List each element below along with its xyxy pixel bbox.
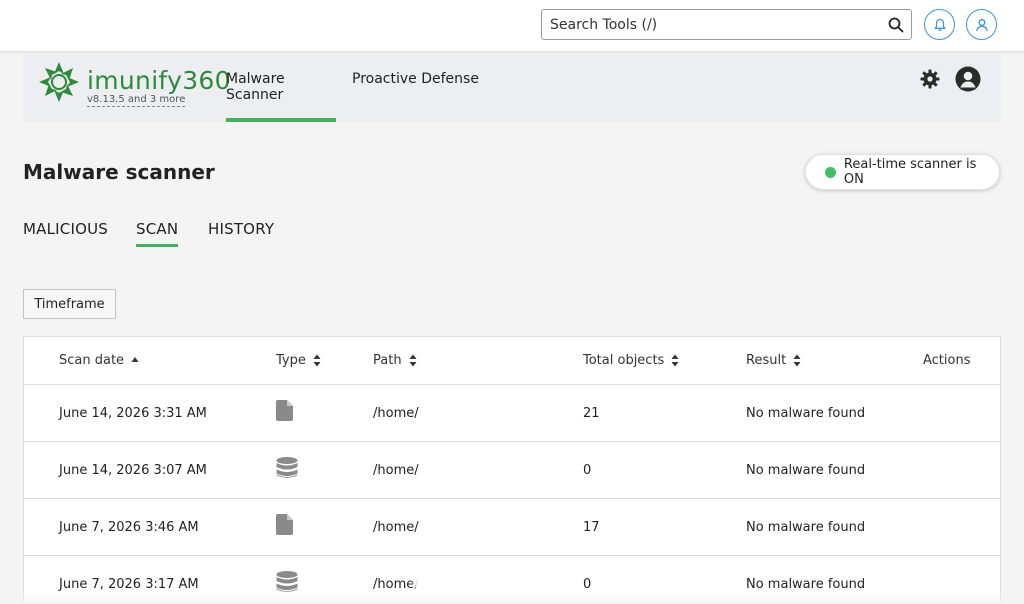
column-header-type[interactable]: Type <box>276 353 321 368</box>
page-title: Malware scanner <box>23 160 215 184</box>
search-box[interactable] <box>541 9 912 40</box>
imunify-logo-icon <box>39 62 79 102</box>
sort-icon <box>409 354 417 367</box>
path-cell: /home/ <box>373 406 419 421</box>
total-objects-cell: 0 <box>583 577 592 592</box>
search-input[interactable] <box>542 10 872 39</box>
timeframe-button[interactable]: Timeframe <box>23 289 116 319</box>
scan-date-cell: June 7, 2026 3:17 AM <box>59 577 199 592</box>
database-icon <box>276 457 298 483</box>
notifications-button[interactable] <box>924 9 955 40</box>
realtime-status-text: Real-time scanner is ON <box>843 157 977 187</box>
nav-tab-proactive-defense[interactable]: Proactive Defense <box>352 71 479 122</box>
column-label: Scan date <box>59 353 125 368</box>
column-label: Total objects <box>583 353 665 368</box>
nav-tab-malware-scanner[interactable]: Malware Scanner <box>226 71 336 122</box>
logo-word: imunify <box>87 66 183 95</box>
table-row[interactable]: June 7, 2026 3:46 AM /home/ 17 No malwar… <box>24 499 1000 556</box>
scan-date-cell: June 14, 2026 3:31 AM <box>59 406 207 421</box>
scan-date-cell: June 7, 2026 3:46 AM <box>59 520 199 535</box>
file-icon <box>276 400 294 425</box>
sort-ascending-icon <box>131 357 139 362</box>
status-dot-icon <box>825 166 836 178</box>
version-link[interactable]: v8.13.5 and 3 more <box>87 94 186 107</box>
app-header: imunify360 v8.13.5 and 3 more Malware Sc… <box>23 55 1001 122</box>
result-cell: No malware found <box>746 406 866 421</box>
path-cell: /home/ <box>373 463 419 478</box>
column-label: Path <box>373 353 402 368</box>
table-header: Scan date Type Path Total objects Result… <box>24 337 1000 385</box>
account-avatar-icon[interactable] <box>955 66 981 92</box>
search-icon[interactable] <box>888 17 904 33</box>
column-label: Type <box>276 353 306 368</box>
user-icon <box>975 18 988 31</box>
tab-malicious[interactable]: MALICIOUS <box>23 220 108 244</box>
result-cell: No malware found <box>746 520 866 535</box>
scroll-fade <box>0 592 1024 604</box>
column-header-actions: Actions <box>923 353 971 368</box>
total-objects-cell: 21 <box>583 406 600 421</box>
path-cell: /home/ <box>373 520 419 535</box>
column-label: Result <box>746 353 787 368</box>
sort-icon <box>313 354 321 367</box>
realtime-scanner-status[interactable]: Real-time scanner is ON <box>805 154 1000 190</box>
total-objects-cell: 0 <box>583 463 592 478</box>
redacted-path-mask <box>418 575 478 589</box>
table-row[interactable]: June 14, 2026 3:07 AM /home/ 0 No malwar… <box>24 442 1000 499</box>
tab-scan[interactable]: SCAN <box>136 220 179 247</box>
tab-history[interactable]: HISTORY <box>208 220 274 244</box>
sort-icon <box>793 354 801 367</box>
total-objects-cell: 17 <box>583 520 600 535</box>
top-bar <box>0 0 1024 52</box>
result-cell: No malware found <box>746 463 866 478</box>
table-row[interactable]: June 14, 2026 3:31 AM /home/ 21 No malwa… <box>24 385 1000 442</box>
path-cell: /home/ <box>373 577 419 592</box>
file-icon <box>276 514 294 539</box>
bell-icon <box>934 18 945 31</box>
result-cell: No malware found <box>746 577 866 592</box>
scan-history-table: Scan date Type Path Total objects Result… <box>23 336 1001 604</box>
column-label: Actions <box>923 353 971 368</box>
logo-wordmark: imunify360 <box>87 66 231 95</box>
user-menu-button[interactable] <box>966 9 997 40</box>
column-header-scan-date[interactable]: Scan date <box>59 353 139 368</box>
gear-icon[interactable] <box>920 69 940 89</box>
logo-number: 360 <box>182 66 231 95</box>
column-header-total-objects[interactable]: Total objects <box>583 353 679 368</box>
column-header-result[interactable]: Result <box>746 353 801 368</box>
column-header-path[interactable]: Path <box>373 353 417 368</box>
scan-date-cell: June 14, 2026 3:07 AM <box>59 463 207 478</box>
sort-icon <box>671 354 679 367</box>
